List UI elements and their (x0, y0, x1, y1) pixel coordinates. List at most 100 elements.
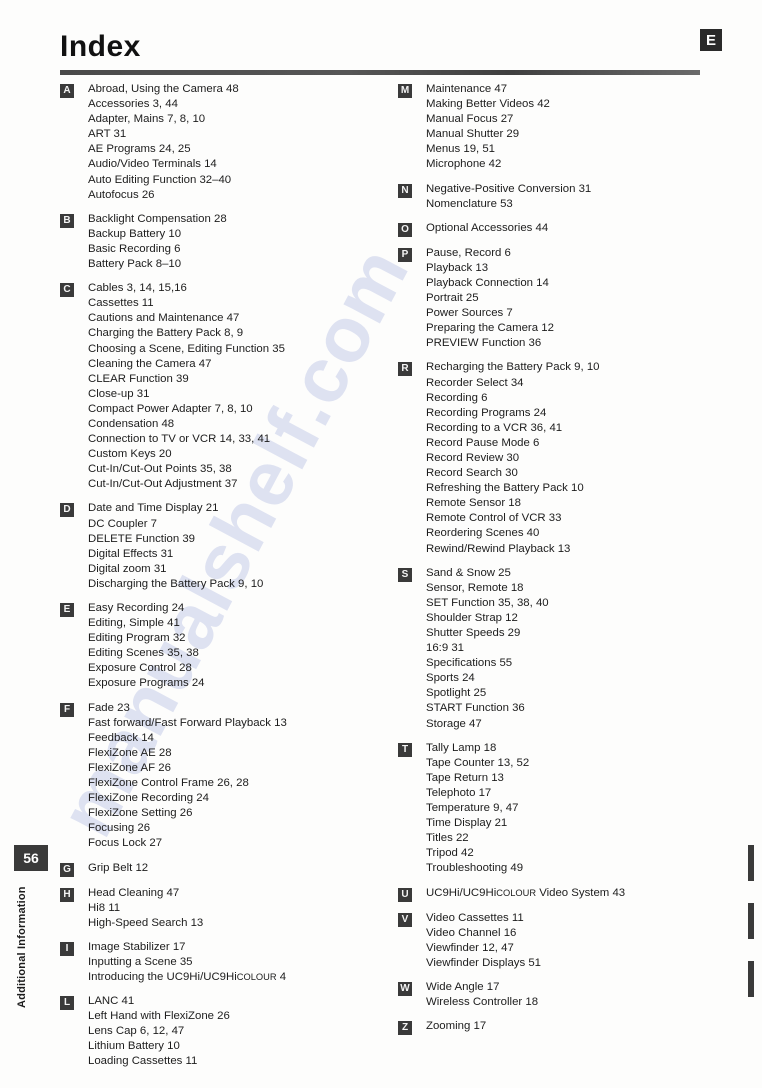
index-entry: Hi8 11 (88, 901, 121, 914)
index-entry: Introducing the UC9Hi/UC9HiCOLOUR 4 (88, 970, 287, 983)
index-group-s: S Sand & Snow 25 Sensor, Remote 18 SET Func… (398, 566, 736, 732)
index-entry: Editing, Simple 41 (88, 617, 180, 630)
index-entry-list: LANC 41 Left Hand with FlexiZone 26 Lens C… (88, 994, 398, 1069)
index-letter-marker: B (60, 213, 74, 228)
index-letter-marker: H (60, 887, 74, 902)
index-entry: Recording Programs 24 (426, 406, 547, 419)
index-letter-marker: G (60, 862, 74, 877)
index-entry: Sand & Snow 25 (426, 566, 511, 579)
index-column-right: M Maintenance 47 Making Better Videos 42 Ma… (398, 82, 736, 1079)
index-entry: FlexiZone Recording 24 (88, 792, 209, 805)
index-entry: Digital Effects 31 (88, 547, 174, 560)
index-entry: Manual Focus 27 (426, 113, 514, 126)
index-letter-marker: F (60, 702, 74, 717)
index-entry: Sensor, Remote 18 (426, 581, 524, 594)
index-entry-list: Video Cassettes 11 Video Channel 16 Viewfi… (426, 911, 736, 971)
index-entry: Telephoto 17 (426, 786, 492, 799)
index-entry: Microphone 42 (426, 158, 502, 171)
index-entry: PREVIEW Function 36 (426, 337, 542, 350)
index-group-w: W Wide Angle 17 Wireless Controller 18 (398, 980, 736, 1010)
section-label: Additional Information (16, 886, 28, 1008)
index-letter-marker: A (60, 84, 74, 98)
index-entry: Remote Control of VCR 33 (426, 512, 562, 525)
index-entry-list: UC9Hi/UC9HiCOLOUR Video System 43 (426, 886, 736, 901)
index-entry-list: Fade 23 Fast forward/Fast Forward Playbac… (88, 701, 398, 852)
index-group-p: P Pause, Record 6 Playback 13 Playback Conn… (398, 246, 736, 352)
index-entry: AE Programs 24, 25 (88, 143, 191, 156)
index-entry: Basic Recording 6 (88, 242, 181, 255)
index-entry: Backup Battery 10 (88, 227, 182, 240)
index-entry: Condensation 48 (88, 417, 175, 430)
index-entry: LANC 41 (88, 995, 135, 1008)
index-entry: Cut-In/Cut-Out Points 35, 38 (88, 463, 232, 476)
index-letter-marker: P (398, 247, 412, 262)
index-entry: Editing Program 32 (88, 632, 186, 645)
index-entry: Exposure Control 28 (88, 662, 192, 675)
index-group-g: G Grip Belt 12 (60, 861, 398, 877)
index-entry: Accessories 3, 44 (88, 98, 178, 111)
index-entry: Connection to TV or VCR 14, 33, 41 (88, 433, 271, 446)
index-entry: Lithium Battery 10 (88, 1040, 180, 1053)
index-entry: Playback Connection 14 (426, 276, 549, 289)
index-entry: Focusing 26 (88, 822, 151, 835)
index-entry: Troubleshooting 49 (426, 862, 524, 875)
index-entry-list: Recharging the Battery Pack 9, 10 Recorde… (426, 360, 736, 556)
index-entry: Custom Keys 20 (88, 448, 172, 461)
index-group-i: I Image Stabilizer 17 Inputting a Scene 35… (60, 940, 398, 985)
index-entry: Wireless Controller 18 (426, 995, 539, 1008)
index-entry: Shutter Speeds 29 (426, 627, 521, 639)
index-entry: Specifications 55 (426, 657, 513, 670)
index-entry: Image Stabilizer 17 (88, 940, 186, 953)
index-entry: DELETE Function 39 (88, 532, 195, 545)
title-rule (60, 70, 700, 75)
index-entry: Maintenance 47 (426, 83, 508, 95)
index-entry: SET Function 35, 38, 40 (426, 596, 549, 609)
page-header: Index (60, 30, 700, 75)
index-entry: Zooming 17 (426, 1020, 487, 1033)
index-entry: Record Search 30 (426, 467, 518, 480)
index-entry: Close-up 31 (88, 387, 150, 400)
index-entry: Fade 23 (88, 701, 130, 714)
index-group-r: R Recharging the Battery Pack 9, 10 Record… (398, 360, 736, 556)
index-entry: Wide Angle 17 (426, 980, 500, 993)
index-entry: Cleaning the Camera 47 (88, 357, 212, 370)
index-entry: Fast forward/Fast Forward Playback 13 (88, 716, 287, 729)
index-entry: Refreshing the Battery Pack 10 (426, 482, 584, 495)
index-entry-list: Tally Lamp 18 Tape Counter 13, 52 Tape Ret… (426, 741, 736, 877)
index-letter-marker: I (60, 941, 74, 956)
index-letter-marker: S (398, 567, 412, 582)
index-entry: Menus 19, 51 (426, 143, 496, 156)
index-entry: Loading Cassettes 11 (88, 1055, 198, 1068)
index-entry: Backlight Compensation 28 (88, 212, 227, 225)
index-entry: Digital zoom 31 (88, 562, 167, 575)
index-entry-list: Pause, Record 6 Playback 13 Playback Conne… (426, 246, 736, 352)
index-letter-marker: U (398, 887, 412, 902)
index-entry: Autofocus 26 (88, 188, 155, 201)
index-group-c: C Cables 3, 14, 15,16 Cassettes 11 Cautions… (60, 281, 398, 492)
index-group-z: Z Zooming 17 (398, 1019, 736, 1036)
index-entry: Shoulder Strap 12 (426, 611, 518, 624)
index-group-f: F Fade 23 Fast forward/Fast Forward Playba… (60, 701, 398, 852)
index-group-v: V Video Cassettes 11 Video Channel 16 Viewf… (398, 911, 736, 971)
index-entry: FlexiZone AF 26 (88, 761, 171, 774)
index-entry-list: Wide Angle 17 Wireless Controller 18 (426, 980, 736, 1010)
index-entry-list: Date and Time Display 21 DC Coupler 7 DELE… (88, 501, 398, 592)
page-canvas: manualshelf.com Index E A Abroad, Using t… (0, 0, 762, 1088)
index-entry: Temperature 9, 47 (426, 802, 519, 815)
index-entry: CLEAR Function 39 (88, 372, 189, 385)
index-entry-list: Abroad, Using the Camera 48 Accessories 3… (88, 82, 398, 203)
index-entry: Battery Pack 8–10 (88, 258, 182, 271)
index-entry: Tape Counter 13, 52 (426, 756, 530, 769)
index-entry: FlexiZone Setting 26 (88, 807, 193, 820)
index-entry: Remote Sensor 18 (426, 497, 521, 510)
edge-tab-marks (748, 845, 754, 1019)
index-entry: Making Better Videos 42 (426, 98, 550, 111)
index-entry: Recharging the Battery Pack 9, 10 (426, 361, 600, 374)
index-entry: Cautions and Maintenance 47 (88, 312, 240, 325)
index-letter-marker: L (60, 996, 74, 1011)
index-letter-marker: E (60, 603, 74, 617)
index-entry: Reordering Scenes 40 (426, 527, 540, 540)
index-group-m: M Maintenance 47 Making Better Videos 42 Ma… (398, 82, 736, 173)
index-entry: Cut-In/Cut-Out Adjustment 37 (88, 478, 238, 491)
index-entry: Charging the Battery Pack 8, 9 (88, 327, 244, 340)
